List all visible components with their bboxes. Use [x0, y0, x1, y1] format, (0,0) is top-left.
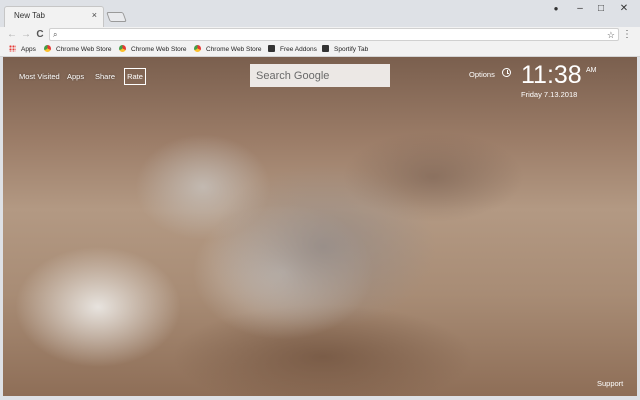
rate-button[interactable]: Rate [124, 68, 146, 85]
search-icon: ⌕ [53, 30, 58, 39]
search-input[interactable] [250, 64, 386, 87]
bookmarks-bar: Apps Chrome Web Store Chrome Web Store C… [0, 43, 640, 57]
bookmark-label: Apps [21, 46, 36, 53]
support-link[interactable]: Support [597, 379, 623, 388]
options-link[interactable]: Options [469, 70, 495, 79]
chrome-web-store-icon [194, 45, 201, 52]
bookmark-chrome-web-store-2[interactable]: Chrome Web Store [119, 44, 187, 56]
new-tab-button[interactable] [106, 12, 127, 22]
chrome-web-store-icon [119, 45, 126, 52]
back-button[interactable]: ← [6, 27, 18, 43]
bookmark-label: Free Addons [280, 46, 317, 53]
profile-icon[interactable]: ● [548, 4, 564, 13]
bookmark-star-icon[interactable]: ☆ [607, 29, 615, 41]
box-icon [268, 45, 275, 52]
most-visited-link[interactable]: Most Visited [19, 72, 60, 81]
tab-title: New Tab [14, 11, 45, 20]
close-window-button[interactable]: ✕ [616, 3, 632, 14]
new-tab-page: Most Visited Apps Share Rate Options 11:… [3, 57, 637, 396]
chrome-web-store-icon [44, 45, 51, 52]
rate-label: Rate [127, 72, 143, 81]
clock-icon[interactable] [502, 68, 511, 77]
clock-date: Friday 7.13.2018 [521, 90, 578, 99]
search-box [250, 64, 390, 87]
tab-strip: New Tab × ● – □ ✕ [0, 0, 640, 27]
clock-time: 11:38 [521, 61, 582, 89]
bookmark-chrome-web-store-1[interactable]: Chrome Web Store [44, 44, 112, 56]
reload-button[interactable]: C [34, 27, 46, 43]
bookmark-sportify-tab[interactable]: Sportify Tab [322, 44, 368, 56]
clock-ampm: AM [586, 67, 597, 74]
share-link[interactable]: Share [95, 72, 115, 81]
bookmark-label: Chrome Web Store [206, 46, 262, 53]
bookmark-label: Chrome Web Store [131, 46, 187, 53]
bookmark-label: Sportify Tab [334, 46, 369, 53]
forward-button[interactable]: → [20, 27, 32, 43]
bookmark-free-addons[interactable]: Free Addons [268, 44, 317, 56]
box-icon [322, 45, 329, 52]
bookmark-apps[interactable]: Apps [9, 44, 36, 56]
toolbar: ← → C ⌕ ☆ ⋮ [0, 27, 640, 43]
apps-grid-icon [9, 45, 16, 52]
maximize-button[interactable]: □ [593, 3, 609, 14]
apps-link[interactable]: Apps [67, 72, 84, 81]
bookmark-chrome-web-store-3[interactable]: Chrome Web Store [194, 44, 262, 56]
minimize-button[interactable]: – [572, 3, 588, 14]
address-bar[interactable]: ⌕ ☆ [49, 28, 619, 41]
tab-close-icon[interactable]: × [92, 10, 97, 20]
tab-new-tab[interactable]: New Tab × [4, 6, 104, 27]
menu-icon[interactable]: ⋮ [622, 27, 632, 43]
bookmark-label: Chrome Web Store [56, 46, 112, 53]
browser-window: New Tab × ● – □ ✕ ← → C ⌕ ☆ ⋮ Apps Chrom… [0, 0, 640, 400]
